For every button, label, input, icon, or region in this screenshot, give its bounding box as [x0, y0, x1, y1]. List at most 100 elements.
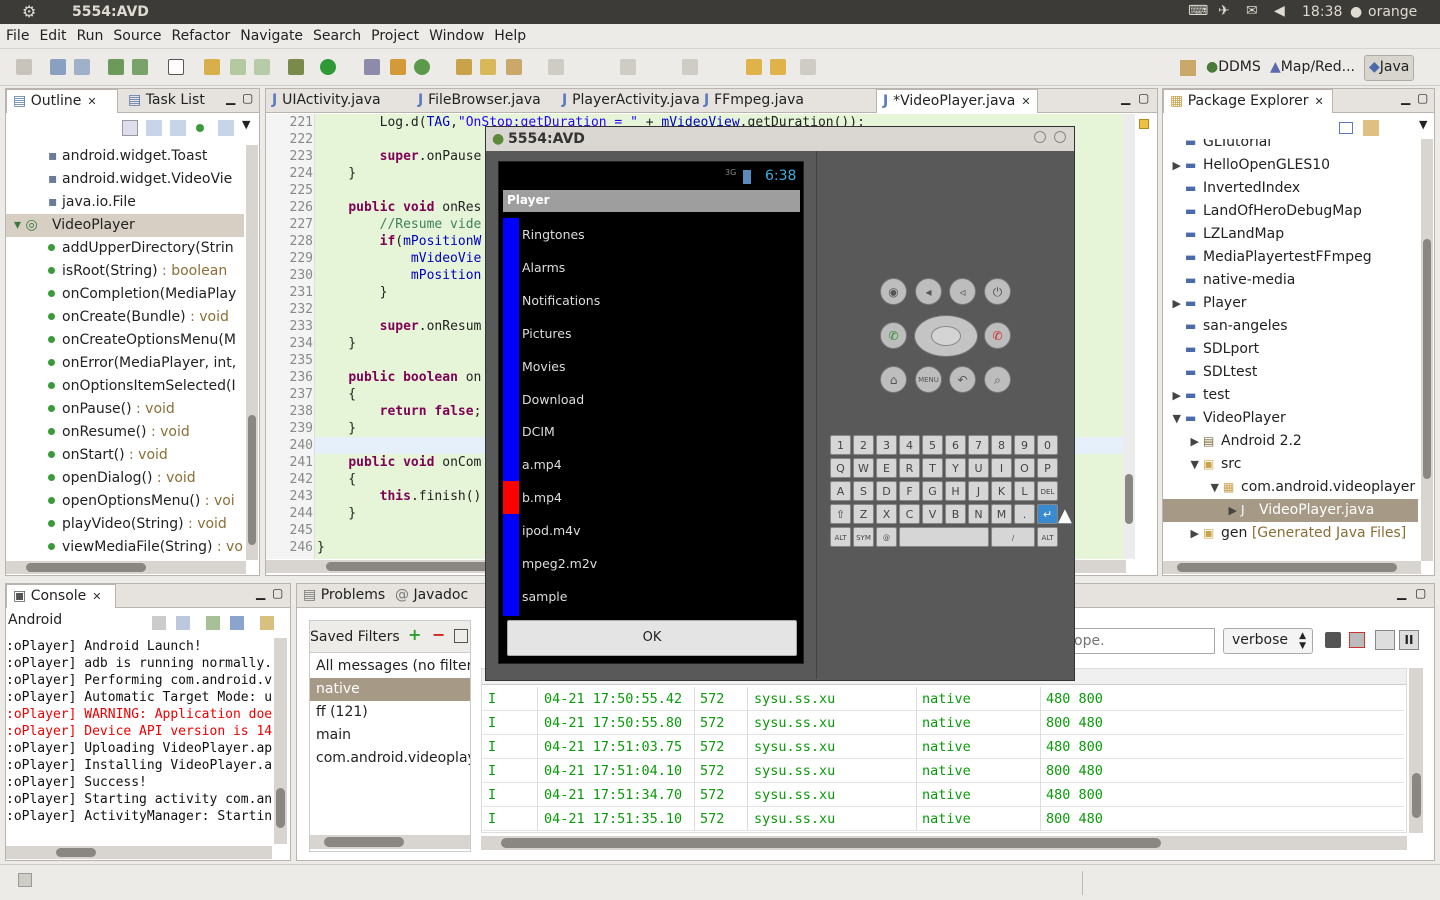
log-row[interactable]: I 04-21 17:51:03.75 572 sysu.ss.xu native 480… [482, 735, 1404, 759]
key[interactable]: 6 [945, 435, 966, 455]
console-hscroll-thumb[interactable] [56, 848, 96, 857]
toggle-view-icon[interactable] [1375, 630, 1395, 650]
user-name[interactable]: orange [1368, 4, 1417, 20]
outline-item[interactable]: openOptionsMenu() : voi [6, 490, 244, 513]
console-vscrollbar[interactable] [274, 638, 287, 844]
refresh-icon[interactable] [414, 59, 430, 75]
history-icon[interactable] [800, 59, 816, 75]
menu-search[interactable]: Search [307, 24, 365, 44]
key[interactable]: B [945, 504, 966, 524]
file-list-item[interactable]: mpeg2.m2v [503, 547, 800, 580]
key[interactable]: Z [853, 504, 874, 524]
expand-arrow-icon[interactable]: ▼ [1163, 476, 1223, 499]
package-vscroll-thumb[interactable] [1423, 239, 1431, 479]
log-row[interactable]: I 04-21 17:51:34.70 572 sysu.ss.xu native 480… [482, 783, 1404, 807]
package-item[interactable]: ▬ MediaPlayertestFFmpeg [1163, 246, 1418, 269]
menu-edit[interactable]: Edit [33, 24, 70, 44]
save-all-icon[interactable] [74, 59, 90, 75]
menu-navigate[interactable]: Navigate [234, 24, 307, 44]
key[interactable]: 0 [1037, 435, 1058, 455]
dpad-center[interactable] [931, 326, 961, 346]
outline-item[interactable]: playVideo(String) : void [6, 513, 244, 536]
key[interactable]: U [968, 458, 989, 478]
package-item[interactable]: ▼ ▦ com.android.videoplayer [1163, 476, 1418, 499]
clock[interactable]: 18:38 [1302, 4, 1342, 20]
tab-task-list[interactable]: ▤ Task List [122, 89, 211, 113]
home-icon[interactable]: ⌂ [880, 366, 907, 393]
back-icon[interactable] [746, 59, 762, 75]
key[interactable]: G [922, 481, 943, 501]
filter-item[interactable]: ff (121) [310, 701, 470, 724]
open-type-icon[interactable] [456, 59, 472, 75]
collapse-all-icon[interactable] [1339, 122, 1353, 134]
display-console-icon[interactable] [230, 616, 244, 630]
editor-tab[interactable]: J FileBrowser.java [412, 89, 547, 113]
close-icon[interactable] [1054, 131, 1066, 143]
package-item[interactable]: ▶ ▬ HelloOpenGLES10 [1163, 154, 1418, 177]
filter-item[interactable]: All messages (no filters [310, 655, 470, 678]
key[interactable]: D [876, 481, 897, 501]
key[interactable]: A [830, 481, 851, 501]
console-hscrollbar[interactable] [6, 846, 272, 859]
annotation-icon[interactable] [548, 59, 564, 75]
key[interactable]: Q [830, 458, 851, 478]
editor-tab[interactable]: J PlayerActivity.java [556, 89, 706, 113]
minimize-icon[interactable]: ▁ [1121, 91, 1130, 105]
search-icon[interactable] [506, 59, 522, 75]
outline-hscrollbar[interactable] [6, 561, 246, 574]
pin-console-icon[interactable] [206, 616, 220, 630]
back-icon[interactable]: ↶ [949, 366, 976, 393]
sort-icon[interactable] [122, 120, 138, 136]
outline-item[interactable]: ▾ ◎ VideoPlayer [6, 214, 244, 237]
hide-static-icon[interactable] [170, 120, 186, 136]
file-list-item[interactable]: Alarms [503, 251, 800, 284]
camera-icon[interactable]: ◉ [880, 278, 907, 305]
save-log-icon[interactable] [1325, 632, 1341, 648]
package-icon[interactable] [204, 59, 220, 75]
outline-hscroll-thumb[interactable] [26, 563, 146, 572]
package-item[interactable]: ▬ InvertedIndex [1163, 177, 1418, 200]
user-icon[interactable]: ● [1350, 4, 1362, 20]
logcat-search-input[interactable] [1067, 628, 1215, 654]
tab-javadoc[interactable]: @ Javadoc [389, 584, 474, 608]
log-level-select[interactable]: verbose ▲ ▼ [1223, 628, 1313, 654]
expand-arrow-icon[interactable]: ▶ [1163, 499, 1241, 522]
space-key[interactable] [899, 527, 989, 547]
package-item[interactable]: ▬ GLTutorial [1163, 139, 1418, 154]
close-icon[interactable]: ✕ [87, 95, 96, 108]
package-item[interactable]: ▬ SDLport [1163, 338, 1418, 361]
menu-project[interactable]: Project [365, 24, 423, 44]
view-menu-icon[interactable]: ▼ [1419, 118, 1427, 131]
key[interactable]: Y [945, 458, 966, 478]
file-list-item[interactable]: ipod.m4v [503, 514, 800, 547]
expand-arrow-icon[interactable]: ▶ [1163, 154, 1185, 177]
debug-icon[interactable] [288, 59, 304, 75]
remove-filter-icon[interactable]: − [432, 625, 445, 644]
clear-console-icon[interactable] [152, 616, 166, 630]
key[interactable]: @ [876, 527, 897, 547]
logcat-vscroll-thumb[interactable] [1412, 773, 1421, 818]
perspective-java[interactable]: ◆Java [1364, 55, 1415, 81]
expand-arrow-icon[interactable]: ▼ [1163, 407, 1185, 430]
tab-console[interactable]: ▣ Console ✕ [6, 584, 116, 608]
file-list-item[interactable]: Ringtones [503, 218, 800, 251]
new-icon[interactable] [16, 59, 32, 75]
package-item[interactable]: ▶ ▬ Player [1163, 292, 1418, 315]
close-icon[interactable]: ✕ [1021, 95, 1030, 108]
clear-log-icon[interactable] [1349, 632, 1365, 648]
editor-tab[interactable]: J UIActivity.java [266, 89, 387, 113]
maximize-icon[interactable]: ▢ [1138, 91, 1149, 105]
tab-package-explorer[interactable]: ▦ Package Explorer ✕ [1163, 89, 1333, 113]
package-hscroll-thumb[interactable] [1177, 563, 1397, 572]
add-filter-icon[interactable]: + [408, 625, 421, 644]
hide-local-types-icon[interactable] [218, 120, 234, 136]
editor-vscrollbar[interactable] [1123, 114, 1135, 559]
link-with-editor-icon[interactable] [1363, 120, 1379, 136]
key[interactable]: ↵ [1037, 504, 1058, 524]
perspective-ddms[interactable]: ●DDMS [1206, 59, 1261, 75]
key[interactable]: P [1037, 458, 1058, 478]
hide-fields-icon[interactable] [146, 120, 162, 136]
log-row[interactable]: I 04-21 17:50:55.80 572 sysu.ss.xu native 800… [482, 711, 1404, 735]
outline-item[interactable]: onPause() : void [6, 398, 244, 421]
device-icon[interactable] [132, 59, 148, 75]
